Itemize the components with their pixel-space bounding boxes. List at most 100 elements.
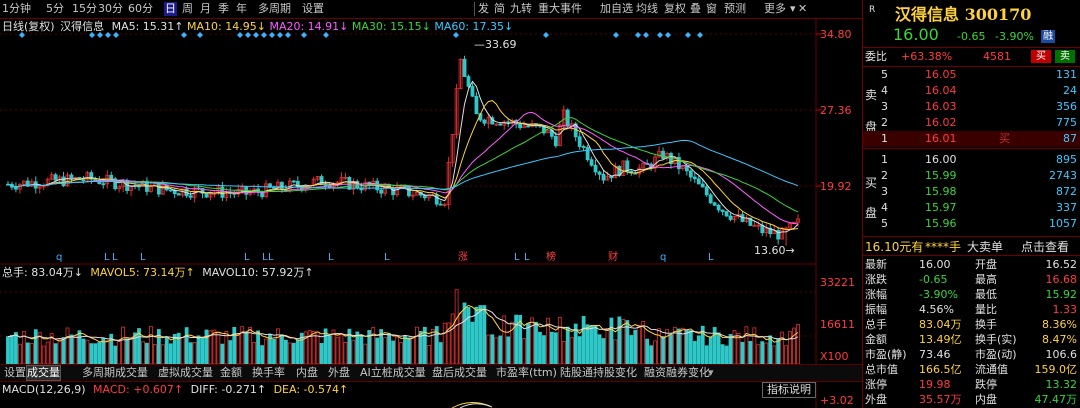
volume-bar — [506, 336, 511, 365]
ma60-label: MA60: 17.35↓ — [434, 20, 514, 33]
volume-bar — [117, 341, 122, 365]
volume-bar — [61, 337, 66, 365]
tab-settings[interactable]: 设置 — [4, 366, 26, 380]
tab-amount[interactable]: 金额 — [220, 366, 242, 380]
candle-body — [391, 187, 395, 196]
tab-northbound[interactable]: 陆股通持股变化 — [560, 366, 637, 380]
candle-body — [168, 189, 173, 192]
volume-bar — [470, 321, 475, 365]
volume-bar — [41, 345, 46, 365]
period-60min[interactable]: 60分 — [128, 2, 153, 16]
event-mark: q — [660, 252, 666, 263]
tab-multi-period-volume[interactable]: 多周期成交量 — [82, 366, 148, 380]
more-chevron-icon[interactable]: ▾ — [790, 2, 796, 16]
event-mark: L — [514, 252, 520, 263]
bid-row-1: 1 16.00 895 — [863, 152, 1080, 168]
volume-bar — [498, 335, 503, 365]
volume-bar — [788, 331, 792, 365]
major-events-button[interactable]: 重大事件 — [538, 2, 582, 16]
big-order-link[interactable]: 点击查看 — [1021, 239, 1069, 255]
stat-label-left: 总市值 — [865, 363, 898, 376]
more-button[interactable]: 更多 — [764, 2, 786, 16]
buy-button[interactable]: 买 — [1031, 50, 1051, 63]
adjust-button[interactable]: 复权 — [664, 2, 686, 16]
volume-bar — [145, 342, 149, 365]
tab-after-hours-volume[interactable]: 盘后成交量 — [432, 366, 487, 380]
volume-bar — [371, 327, 376, 365]
settings-button[interactable]: 设置 — [302, 2, 324, 16]
stat-value-left: 73.46 — [919, 348, 951, 361]
moving-average-button[interactable]: 均线 — [636, 2, 658, 16]
stock-title: 汉得信息 300170 — [895, 5, 1032, 24]
volume-bar — [10, 334, 14, 365]
add-watchlist-button[interactable]: 加自选 — [600, 2, 633, 16]
tab-margin[interactable]: 融资融券变化 — [644, 366, 710, 380]
candle-body — [692, 176, 697, 180]
volume-bar — [605, 328, 610, 365]
period-month[interactable]: 月 — [200, 2, 211, 16]
toolbar-fa[interactable]: 发 — [478, 2, 489, 16]
volume-bar — [280, 334, 284, 365]
ask-row-1: 1 16.01 87 买 — [863, 131, 1080, 147]
period-1min[interactable]: 1分钟 — [2, 2, 31, 16]
stat-row: 涨幅 -3.90% 最低 15.92 — [863, 287, 1080, 303]
toolbar-jian[interactable]: 简 — [494, 2, 505, 16]
tab-inner-volume[interactable]: 内盘 — [296, 366, 318, 380]
candle-body — [93, 178, 98, 181]
indicator-help-button[interactable]: 指标说明 — [762, 382, 816, 398]
forecast-button[interactable]: 预测 — [724, 2, 746, 16]
volume-bar — [720, 344, 725, 365]
tab-ai-volume[interactable]: AI立桩成交量 — [360, 366, 426, 380]
bid-level: 4 — [881, 201, 888, 214]
window-button[interactable]: 窗 — [706, 2, 717, 16]
volume-bar — [744, 326, 749, 365]
volume-bar — [716, 332, 721, 365]
kline-chart[interactable]: q L L L L L L L L L涨 L 榜财 q L — [0, 18, 862, 408]
volume-bar — [696, 335, 701, 365]
overlay-button[interactable]: 叠 — [690, 2, 701, 16]
event-mark: L — [268, 252, 274, 263]
multi-period-button[interactable]: 多周期 — [258, 2, 291, 16]
candle-body — [688, 170, 693, 178]
sell-button[interactable]: 卖 — [1055, 50, 1075, 63]
period-quarter[interactable]: 季 — [218, 2, 229, 16]
tab-outer-volume[interactable]: 外盘 — [328, 366, 350, 380]
ask-price: 16.02 — [925, 116, 957, 129]
period-30min[interactable]: 30分 — [98, 2, 123, 16]
volume-bar — [411, 336, 415, 365]
big-order-label: 大卖单 — [967, 240, 1004, 254]
price-axis-low: 19.92 — [820, 180, 852, 193]
period-year[interactable]: 年 — [236, 2, 247, 16]
event-mark: L — [104, 252, 110, 263]
tab-turnover[interactable]: 换手率 — [252, 366, 285, 380]
stat-value-left: 16.00 — [919, 258, 951, 271]
period-day[interactable]: 日 — [164, 2, 177, 16]
volume-bar — [236, 332, 241, 365]
bid-level: 1 — [881, 153, 888, 166]
volume-bar — [252, 342, 257, 365]
nine-turn-button[interactable]: 九转 — [510, 2, 532, 16]
bid-volume: 2743 — [1049, 169, 1077, 182]
volume-bar — [633, 329, 638, 365]
volume-bar — [609, 317, 614, 365]
indicator-tabstrip: 设置 成交量 多周期成交量 虚拟成交量 金额 换手率 内盘 外盘 AI立桩成交量… — [0, 364, 862, 382]
period-week[interactable]: 周 — [182, 2, 193, 16]
volume-bar — [617, 316, 622, 365]
dea-value: DEA: -0.574↑ — [273, 383, 349, 396]
tab-pe-ttm[interactable]: 市盈率(ttm) — [496, 366, 557, 380]
period-15min[interactable]: 15分 — [72, 2, 97, 16]
big-order-row[interactable]: 16.10元有 ****手 大卖单 点击查看 — [863, 239, 1080, 255]
tab-more-chevron-icon[interactable]: ▾ — [708, 366, 714, 380]
tab-virtual-volume[interactable]: 虚拟成交量 — [158, 366, 213, 380]
ask-volume: 356 — [1056, 100, 1077, 113]
stat-label-right: 内盘 — [975, 393, 997, 406]
tab-volume[interactable]: 成交量 — [26, 365, 61, 381]
event-mark: L — [328, 252, 334, 263]
volume-bar — [188, 342, 193, 365]
volume-bar — [692, 341, 697, 365]
period-5min[interactable]: 5分 — [46, 2, 64, 16]
volume-bar — [669, 334, 673, 365]
stat-value-right: 16.68 — [1045, 273, 1078, 286]
volume-bar — [601, 338, 606, 365]
close-icon[interactable]: ✕ — [798, 2, 807, 16]
